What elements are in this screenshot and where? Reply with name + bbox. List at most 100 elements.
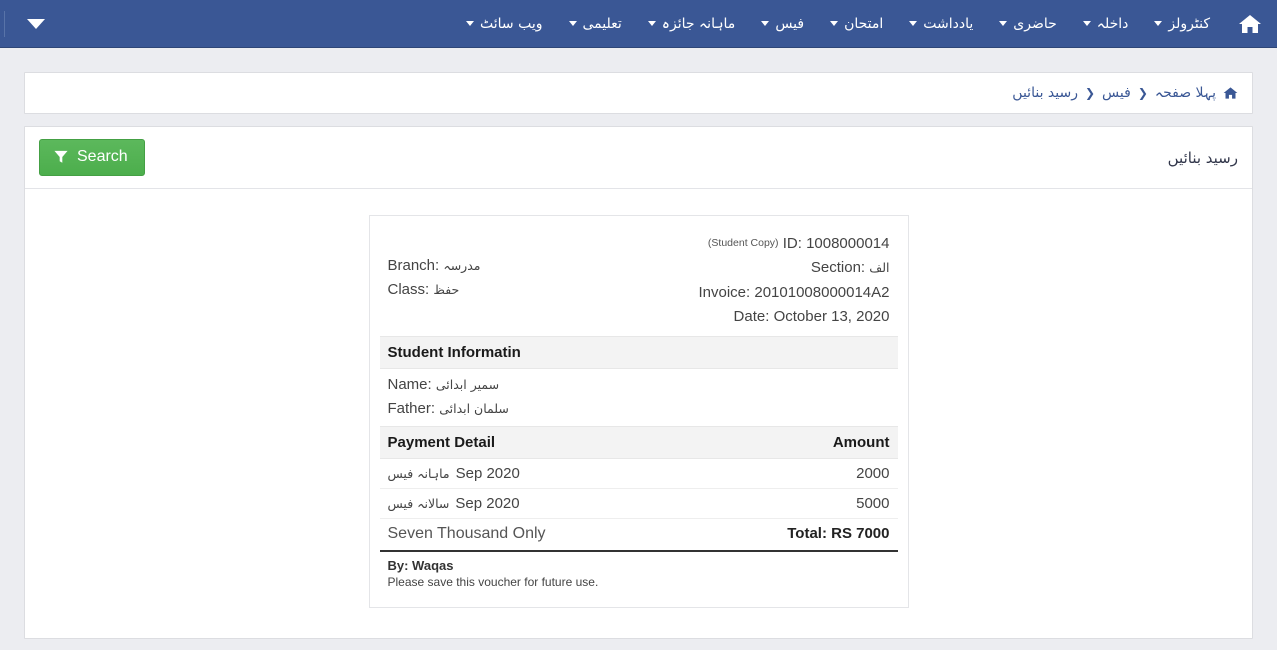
breadcrumb-separator: ❮ (1137, 86, 1148, 100)
branch-value: مدرسہ (443, 258, 481, 273)
class-value: حفظ (433, 282, 460, 298)
navbar-divider (4, 10, 5, 37)
issued-by: By: Waqas (387, 558, 454, 574)
section-label: Section: (810, 259, 866, 277)
navbar-spacer (59, 0, 453, 47)
fee-voucher: Branch: مدرسہ Class: حفظ (Student Copy) … (368, 215, 909, 609)
chevron-down-icon (466, 21, 474, 26)
chevron-down-icon (830, 21, 839, 26)
nav-item-label: ماہانہ جائزہ (661, 15, 736, 32)
nav-item-label: حاضری (1013, 15, 1057, 32)
nav-item-website[interactable]: ویب سائٹ (453, 0, 556, 47)
payment-description: ماہانہ فیس Sep 2020 (388, 465, 520, 482)
main-navbar: کنٹرولز داخلہ حاضری یادداشت امتحان فیس م… (0, 0, 1277, 48)
id-line: (Student Copy) ID: 1008000014 (698, 232, 890, 256)
main-panel: Search رسید بنائیں Branch: مدرسہ Class: … (24, 126, 1253, 640)
invoice-line: Invoice: 20101008000014A2 (698, 281, 889, 305)
invoice-label: Invoice: (698, 283, 751, 301)
branch-line: Branch: مدرسہ (388, 254, 481, 278)
invoice-value: 20101008000014A2 (754, 283, 890, 301)
breadcrumb-item-home[interactable]: پہلا صفحہ (1155, 85, 1216, 101)
user-menu-toggle[interactable] (17, 5, 55, 43)
panel-body: Branch: مدرسہ Class: حفظ (Student Copy) … (25, 189, 1252, 638)
chevron-down-icon (647, 21, 656, 26)
class-label: Class: (387, 281, 430, 299)
nav-item-notes[interactable]: یادداشت (896, 0, 986, 47)
voucher-header-right: (Student Copy) ID: 1008000014 Section: ا… (698, 232, 889, 330)
payment-amount: 2000 (856, 465, 890, 483)
nav-item-label: یادداشت (923, 15, 974, 32)
nav-item-exam[interactable]: امتحان (817, 0, 896, 47)
section-value: الف (869, 260, 890, 276)
nav-item-label: ویب سائٹ (480, 15, 543, 32)
father-value: سلمان ابدائی (439, 401, 509, 417)
search-button-label: Search (77, 148, 128, 165)
nav-item-admission[interactable]: داخلہ (1070, 0, 1142, 47)
payment-detail-title: Payment Detail (387, 434, 496, 452)
date-line: Date: October 13, 2020 (698, 305, 890, 329)
student-info-title: Student Informatin (387, 343, 521, 361)
chevron-down-icon (761, 21, 770, 26)
payment-amount: 5000 (856, 495, 890, 513)
breadcrumb-separator: ❮ (1084, 86, 1096, 100)
date-value: October 13, 2020 (773, 308, 890, 326)
home-icon (1223, 86, 1238, 100)
father-label: Father: (387, 400, 436, 418)
caret-down-icon (27, 18, 45, 29)
navbar-menu: کنٹرولز داخلہ حاضری یادداشت امتحان فیس م… (453, 0, 1223, 47)
nav-item-label: تعلیمی (582, 15, 622, 32)
voucher-header-left: Branch: مدرسہ Class: حفظ (388, 232, 481, 303)
table-row: سالانہ فیس Sep 2020 5000 (379, 489, 898, 520)
panel-title: رسید بنائیں (1167, 148, 1238, 167)
payment-detail-header: Payment Detail Amount (379, 426, 898, 460)
payment-description-period: Sep 2020 (455, 495, 520, 513)
nav-item-label: فیس (775, 15, 805, 32)
table-row: ماہانہ فیس Sep 2020 2000 (379, 459, 898, 490)
nav-item-controls[interactable]: کنٹرولز (1141, 0, 1223, 47)
breadcrumb-item-fees[interactable]: فیس (1102, 85, 1131, 101)
breadcrumb: پہلا صفحہ ❮ فیس ❮ رسید بنائیں (1012, 85, 1238, 101)
payment-description-period: Sep 2020 (455, 465, 520, 483)
nav-item-fees[interactable]: فیس (748, 0, 817, 47)
class-line: Class: حفظ (388, 278, 481, 302)
nav-item-monthly-review[interactable]: ماہانہ جائزہ (635, 0, 749, 47)
nav-item-label: داخلہ (1096, 15, 1129, 32)
section-line: Section: الف (698, 256, 890, 280)
date-label: Date: (733, 308, 770, 326)
student-info-header: Student Informatin (379, 335, 898, 369)
page-content: پہلا صفحہ ❮ فیس ❮ رسید بنائیں Search رسی… (0, 48, 1277, 640)
name-value: سمیر ابدائی (435, 376, 500, 392)
chevron-down-icon (999, 21, 1008, 26)
chevron-down-icon (568, 21, 577, 26)
payment-description: سالانہ فیس Sep 2020 (388, 495, 520, 512)
nav-item-academic[interactable]: تعلیمی (556, 0, 635, 47)
filter-funnel-icon (54, 150, 68, 164)
chevron-down-icon (909, 21, 918, 26)
chevron-down-icon (1082, 21, 1091, 26)
nav-item-label: امتحان (844, 15, 884, 32)
student-info-rows: Name: سمیر ابدائی Father: سلمان ابدائی (380, 369, 898, 427)
name-label: Name: (387, 375, 432, 393)
id-label: ID: (782, 235, 802, 252)
copy-type-label: (Student Copy) (707, 237, 779, 249)
home-icon (1238, 13, 1262, 35)
payment-description-urdu: سالانہ فیس (387, 496, 450, 512)
amount-column-title: Amount (832, 434, 890, 452)
name-line: Name: سمیر ابدائی (388, 373, 890, 397)
id-value: 1008000014 (806, 235, 890, 252)
home-button[interactable] (1223, 0, 1277, 47)
breadcrumb-bar: پہلا صفحہ ❮ فیس ❮ رسید بنائیں (24, 72, 1253, 114)
search-button[interactable]: Search (39, 139, 145, 176)
branch-label: Branch: (387, 257, 440, 274)
chevron-down-icon (1154, 21, 1163, 26)
voucher-header: Branch: مدرسہ Class: حفظ (Student Copy) … (380, 230, 898, 336)
voucher-note: Please save this voucher for future use. (387, 575, 599, 590)
total-amount: Total: RS 7000 (787, 525, 890, 543)
nav-item-label: کنٹرولز (1168, 15, 1210, 32)
breadcrumb-item-create-receipt: رسید بنائیں (1012, 85, 1078, 101)
navbar-left-controls (0, 0, 59, 47)
panel-header: Search رسید بنائیں (25, 127, 1252, 189)
total-in-words: Seven Thousand Only (387, 525, 546, 543)
father-line: Father: سلمان ابدائی (388, 397, 890, 421)
nav-item-attendance[interactable]: حاضری (986, 0, 1070, 47)
